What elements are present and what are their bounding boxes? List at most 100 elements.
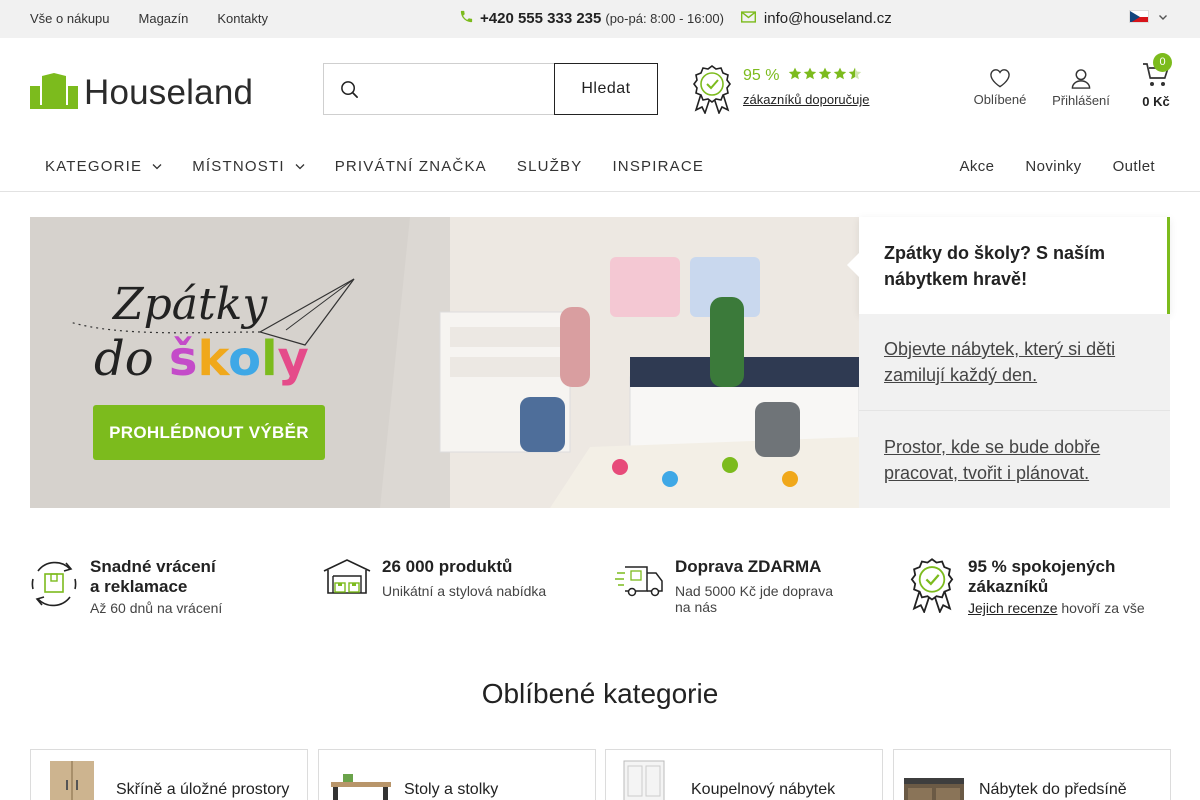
benefit-title: zákazníků bbox=[968, 577, 1049, 596]
categories-heading: Oblíbené kategorie bbox=[481, 678, 719, 709]
search-icon bbox=[340, 80, 359, 104]
hero-headline-skoly: školy bbox=[169, 331, 309, 387]
hero-slide-tab[interactable]: Objevte nábytek, který si děti zamilují … bbox=[859, 314, 1170, 411]
chevron-down-icon[interactable] bbox=[1158, 10, 1168, 25]
search-input[interactable] bbox=[374, 72, 544, 106]
top-link-contacts[interactable]: Kontakty bbox=[217, 11, 268, 26]
login-label: Přihlášení bbox=[1052, 93, 1110, 108]
hero-skoly-letter: y bbox=[277, 331, 309, 387]
shopping-cart-icon bbox=[1142, 63, 1170, 92]
nav-item-services[interactable]: SLUŽBY bbox=[517, 158, 583, 175]
nav-item-rooms[interactable]: MÍSTNOSTI bbox=[192, 158, 305, 175]
category-label: Stoly a stolky bbox=[404, 781, 499, 798]
top-links: Vše o nákupu Magazín Kontakty bbox=[30, 11, 268, 26]
return-box-icon bbox=[30, 557, 82, 613]
favorites-label: Oblíbené bbox=[973, 92, 1027, 107]
cart-total: 0 Kč bbox=[1142, 94, 1170, 109]
search-box bbox=[323, 63, 555, 115]
hero-slide-tab[interactable]: Zpátky do školy? S naším nábytkem hravě! bbox=[847, 217, 1170, 314]
email-link[interactable]: info@houseland.cz bbox=[764, 10, 892, 27]
hero-banner[interactable]: Zpátky do školy PROHLÉDNOUT VÝBĚR bbox=[30, 217, 859, 508]
chevron-down-icon bbox=[295, 164, 305, 170]
hero-skoly-letter: š bbox=[168, 331, 198, 387]
logo-house-icon bbox=[30, 72, 78, 114]
delivery-truck-icon bbox=[615, 557, 667, 613]
award-badge-icon bbox=[692, 64, 732, 119]
category-label: Skříně a úložné prostory bbox=[116, 781, 290, 798]
benefit-desc: Nad 5000 Kč jde doprava na nás bbox=[675, 583, 833, 615]
category-card-wardrobes[interactable]: Skříně a úložné prostory bbox=[30, 749, 308, 800]
top-link-shopping-info[interactable]: Vše o nákupu bbox=[30, 11, 110, 26]
hero-skoly-letter: l bbox=[261, 331, 278, 387]
czech-flag-icon[interactable] bbox=[1129, 10, 1149, 23]
benefit-satisfaction: 95 % spokojených zákazníků Jejich recenz… bbox=[908, 557, 1145, 616]
logo-text: Houseland bbox=[84, 73, 254, 112]
login-button[interactable]: Přihlášení bbox=[1049, 68, 1113, 108]
heart-icon bbox=[972, 68, 1028, 88]
benefit-title: a reklamace bbox=[90, 577, 188, 596]
top-link-magazine[interactable]: Magazín bbox=[139, 11, 189, 26]
star-icon bbox=[833, 67, 847, 80]
benefit-desc: Unikátní a stylová nabídka bbox=[382, 583, 547, 599]
rating-link[interactable]: zákazníků doporučuje bbox=[743, 92, 869, 107]
benefit-returns: Snadné vrácení a reklamace Až 60 dnů na … bbox=[30, 557, 222, 616]
star-icon bbox=[788, 67, 802, 80]
nav-item-outlet[interactable]: Outlet bbox=[1113, 158, 1155, 175]
hero-slide-label: Prostor, kde se bude dobře pracovat, tvo… bbox=[884, 436, 1101, 483]
office-hours: (po-pá: 8:00 - 16:00) bbox=[605, 11, 724, 26]
benefit-products: 26 000 produktů Unikátní a stylová nabíd… bbox=[322, 557, 546, 613]
table-icon bbox=[329, 758, 399, 800]
cart-button[interactable]: 0 0 Kč bbox=[1136, 53, 1176, 109]
benefit-shipping: Doprava ZDARMA Nad 5000 Kč jde doprava n… bbox=[615, 557, 845, 615]
nav-side: Akce Novinky Outlet bbox=[959, 158, 1155, 175]
chevron-down-icon bbox=[152, 164, 162, 170]
main-navigation: KATEGORIE MÍSTNOSTI PRIVÁTNÍ ZNAČKA SLUŽ… bbox=[0, 140, 1200, 192]
rating-percent: 95 % bbox=[743, 67, 780, 84]
hero-skoly-letter: o bbox=[228, 331, 262, 387]
benefit-desc: hovoří za vše bbox=[1057, 600, 1145, 616]
category-card-tables[interactable]: Stoly a stolky bbox=[318, 749, 596, 800]
reviews-link[interactable]: Jejich recenze bbox=[968, 600, 1058, 616]
favorites-button[interactable]: Oblíbené bbox=[972, 68, 1028, 107]
nav-item-new[interactable]: Novinky bbox=[1025, 158, 1081, 175]
star-icon bbox=[803, 67, 817, 80]
nav-item-label: MÍSTNOSTI bbox=[192, 158, 285, 175]
nav-item-private-brand[interactable]: PRIVÁTNÍ ZNAČKA bbox=[335, 158, 487, 175]
hero-headline-line2: do školy bbox=[94, 331, 309, 387]
star-icon bbox=[818, 67, 832, 80]
nav-item-label: PRIVÁTNÍ ZNAČKA bbox=[334, 158, 487, 175]
hero-slide-tab[interactable]: Prostor, kde se bude dobře pracovat, tvo… bbox=[859, 411, 1170, 508]
benefit-title: Doprava ZDARMA bbox=[675, 557, 822, 576]
search-button[interactable]: Hledat bbox=[554, 63, 658, 115]
contact-info: +420 555 333 235 (po-pá: 8:00 - 16:00) i… bbox=[459, 9, 892, 28]
category-label: Nábytek do předsíně bbox=[979, 781, 1127, 798]
benefit-title: 95 % spokojených bbox=[968, 557, 1116, 576]
hero-slide-list: Zpátky do školy? S naším nábytkem hravě!… bbox=[847, 217, 1170, 508]
benefit-title: 26 000 produktů bbox=[382, 557, 513, 576]
phone-link[interactable]: +420 555 333 235 bbox=[480, 10, 601, 27]
site-logo[interactable]: Houseland bbox=[30, 72, 253, 114]
nav-item-sale[interactable]: Akce bbox=[959, 158, 994, 175]
browse-selection-button[interactable]: PROHLÉDNOUT VÝBĚR bbox=[93, 405, 325, 460]
warehouse-icon bbox=[322, 557, 374, 613]
category-label: Koupelnový nábytek bbox=[691, 781, 836, 798]
half-star-icon bbox=[848, 67, 862, 80]
category-card-hallway[interactable]: Nábytek do předsíně bbox=[893, 749, 1171, 800]
wardrobe-icon bbox=[41, 758, 111, 800]
nav-item-label: INSPIRACE bbox=[612, 158, 705, 175]
award-badge-icon bbox=[908, 557, 960, 615]
bathroom-cabinet-icon bbox=[616, 758, 686, 800]
nav-main: KATEGORIE MÍSTNOSTI PRIVÁTNÍ ZNAČKA SLUŽ… bbox=[45, 158, 734, 175]
benefit-title: Snadné vrácení bbox=[90, 557, 216, 576]
rating-stars bbox=[788, 67, 862, 80]
hero-headline-do: do bbox=[94, 331, 154, 387]
category-card-bathroom[interactable]: Koupelnový nábytek bbox=[605, 749, 883, 800]
mail-icon bbox=[740, 10, 756, 27]
top-bar: Vše o nákupu Magazín Kontakty +420 555 3… bbox=[0, 0, 1200, 38]
user-icon bbox=[1049, 68, 1113, 89]
benefit-desc: Až 60 dnů na vrácení bbox=[90, 600, 223, 616]
hallway-furniture-icon bbox=[904, 758, 974, 800]
cart-count-badge: 0 bbox=[1153, 53, 1172, 72]
nav-item-categories[interactable]: KATEGORIE bbox=[45, 158, 162, 175]
nav-item-inspiration[interactable]: INSPIRACE bbox=[612, 158, 704, 175]
